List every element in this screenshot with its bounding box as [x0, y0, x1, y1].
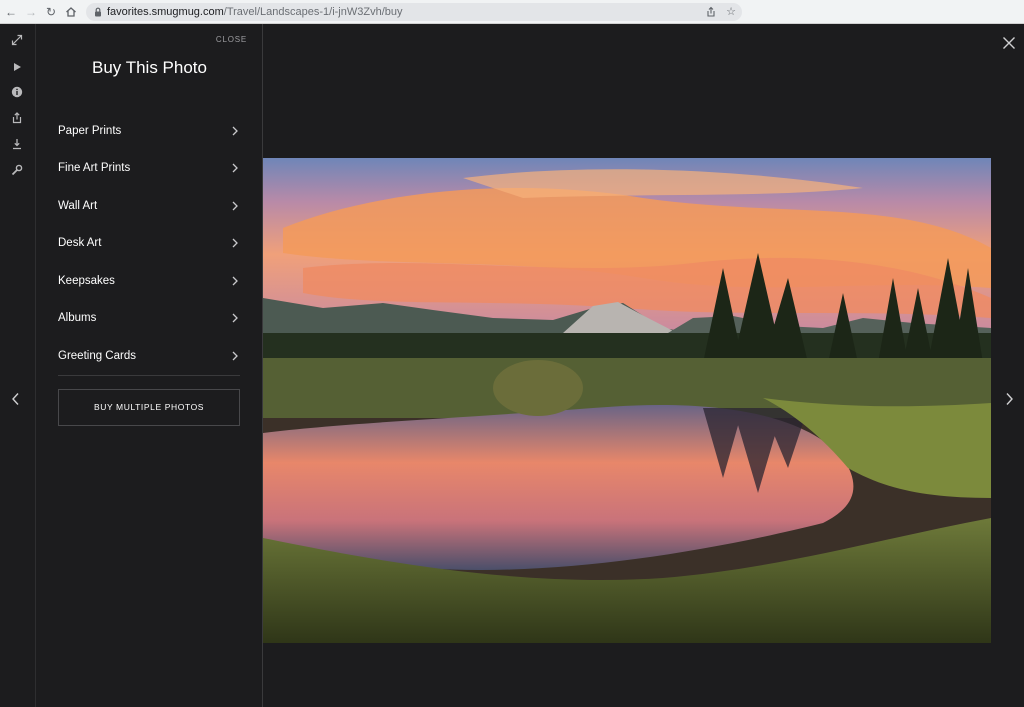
share-icon[interactable]: [9, 112, 25, 128]
back-arrow-icon[interactable]: ←: [2, 3, 20, 21]
product-menu: Paper Prints Fine Art Prints Wall Art De…: [58, 112, 240, 375]
tool-strip: [0, 24, 36, 707]
url-text: favorites.smugmug.com/Travel/Landscapes-…: [107, 3, 403, 21]
menu-item-label: Wall Art: [58, 199, 98, 212]
lightbox: CLOSE Buy This Photo Paper Prints Fine A…: [0, 24, 1024, 707]
chevron-right-icon: [230, 163, 240, 173]
menu-item-label: Keepsakes: [58, 274, 115, 287]
panel-title: Buy This Photo: [92, 58, 207, 77]
home-icon[interactable]: [62, 3, 80, 21]
menu-divider: [58, 375, 240, 376]
menu-item-label: Paper Prints: [58, 124, 122, 137]
chevron-right-icon: [230, 313, 240, 323]
chevron-right-icon: [230, 238, 240, 248]
forward-arrow-icon[interactable]: →: [22, 3, 40, 21]
menu-item-label: Greeting Cards: [58, 349, 136, 362]
menu-item-label: Albums: [58, 312, 97, 325]
menu-item-label: Fine Art Prints: [58, 162, 131, 175]
play-icon[interactable]: [9, 60, 25, 76]
expand-icon[interactable]: [9, 34, 25, 50]
menu-item-keepsakes[interactable]: Keepsakes: [58, 262, 240, 300]
buy-multiple-photos-button[interactable]: BUY MULTIPLE PHOTOS: [58, 389, 240, 426]
previous-photo-arrow-icon[interactable]: [10, 392, 22, 406]
next-photo-arrow-icon[interactable]: [1003, 392, 1015, 406]
chevron-right-icon: [230, 351, 240, 361]
browser-toolbar: ← → ↻ favorites.smugmug.com/Travel/Lands…: [0, 0, 1024, 24]
photo-viewer: [263, 24, 1024, 707]
bookmark-star-icon[interactable]: ☆: [725, 6, 737, 18]
landscape-photo[interactable]: [263, 158, 991, 643]
menu-item-albums[interactable]: Albums: [58, 300, 240, 338]
menu-item-paper-prints[interactable]: Paper Prints: [58, 112, 240, 150]
menu-item-label: Desk Art: [58, 237, 102, 250]
download-icon[interactable]: [9, 138, 25, 154]
info-icon[interactable]: [9, 86, 25, 102]
url-path: /Travel/Landscapes-1/i-jnW3Zvh/buy: [223, 6, 403, 18]
lock-icon: [95, 7, 101, 17]
chevron-right-icon: [230, 276, 240, 286]
menu-item-desk-art[interactable]: Desk Art: [58, 225, 240, 263]
buy-panel: CLOSE Buy This Photo Paper Prints Fine A…: [36, 24, 263, 707]
menu-item-greeting-cards[interactable]: Greeting Cards: [58, 337, 240, 375]
wrench-icon[interactable]: [9, 164, 25, 180]
share-page-icon[interactable]: [705, 6, 717, 18]
menu-item-wall-art[interactable]: Wall Art: [58, 187, 240, 225]
address-bar[interactable]: favorites.smugmug.com/Travel/Landscapes-…: [86, 3, 742, 21]
chevron-right-icon: [230, 126, 240, 136]
chevron-right-icon: [230, 201, 240, 211]
menu-item-fine-art-prints[interactable]: Fine Art Prints: [58, 150, 240, 188]
reload-icon[interactable]: ↻: [42, 3, 60, 21]
close-icon[interactable]: [1002, 36, 1016, 50]
close-panel-link[interactable]: CLOSE: [216, 35, 247, 44]
url-host: favorites.smugmug.com: [107, 6, 224, 18]
